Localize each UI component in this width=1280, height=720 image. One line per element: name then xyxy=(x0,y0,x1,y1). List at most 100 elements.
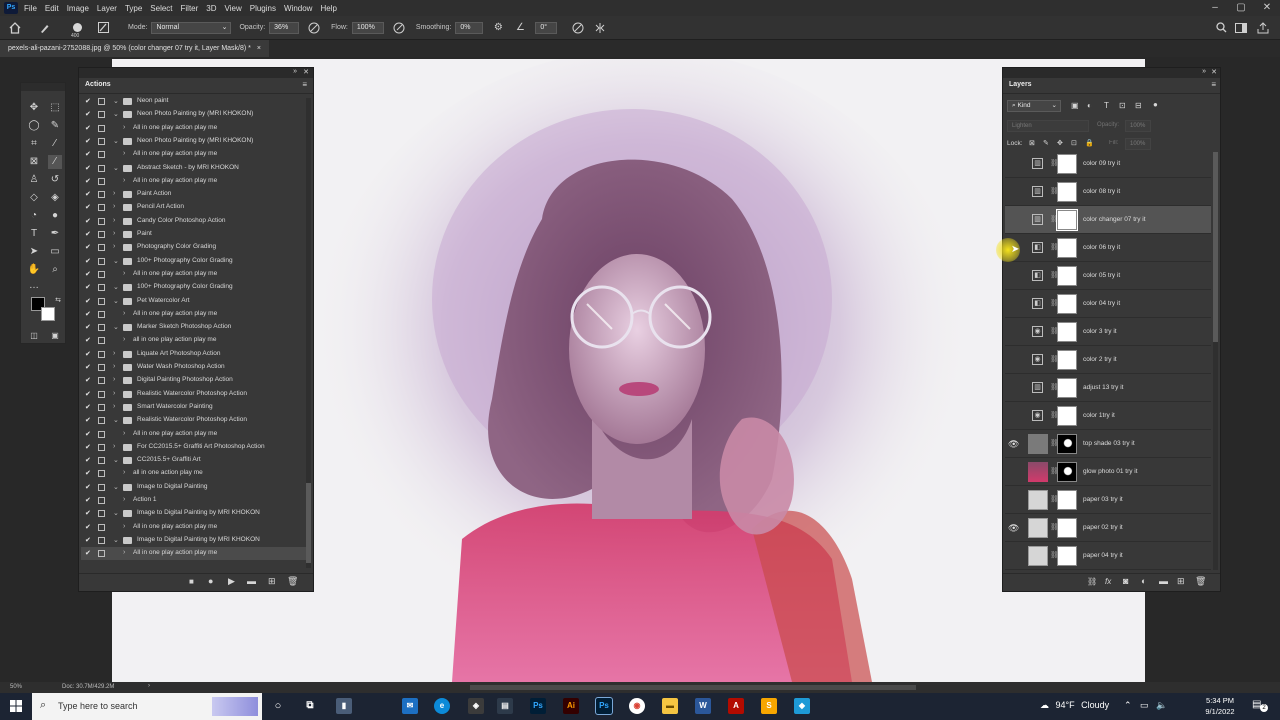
link-layers-icon[interactable]: ⛓ xyxy=(1087,577,1097,586)
action-set-row[interactable]: ✔ › Water Wash Photoshop Action xyxy=(81,361,311,374)
layer-mask-thumbnail[interactable] xyxy=(1057,294,1077,314)
layer-mask-thumbnail[interactable] xyxy=(1057,490,1077,510)
windows-start-icon[interactable] xyxy=(10,700,22,712)
stop-icon[interactable]: ■ xyxy=(189,577,194,586)
dialog-toggle-icon[interactable] xyxy=(98,124,105,132)
dialog-toggle-icon[interactable] xyxy=(98,164,105,172)
camera-raw-adjustment-icon[interactable]: ◉ xyxy=(1032,410,1043,421)
share-icon[interactable] xyxy=(1256,21,1270,35)
actions-panel-topbar[interactable]: » ✕ xyxy=(79,68,313,78)
dialog-toggle-icon[interactable] xyxy=(98,111,105,119)
layer-mask-thumbnail[interactable] xyxy=(1056,209,1078,231)
collapse-icon[interactable]: » xyxy=(293,68,297,75)
path-select-tool-icon[interactable]: ➤ xyxy=(27,245,41,259)
levels-adjustment-icon[interactable]: ▥ xyxy=(1032,186,1043,197)
chevron-right-icon[interactable]: › xyxy=(113,203,115,210)
menu-plugins[interactable]: Plugins xyxy=(250,4,276,13)
lasso-tool-icon[interactable]: ◯ xyxy=(27,119,41,133)
action-set-row[interactable]: ✔ ⌄ Image to Digital Painting by MRI KHOKO… xyxy=(81,507,311,520)
background-color-swatch[interactable] xyxy=(41,307,55,321)
new-layer-icon[interactable]: ⊞ xyxy=(1177,576,1185,587)
fx-icon[interactable]: fx xyxy=(1105,577,1111,586)
black-white-adjustment-icon[interactable]: ◧ xyxy=(1032,270,1043,281)
blend-mode-select[interactable]: Lighten xyxy=(1007,120,1089,132)
chevron-down-icon[interactable]: ⌄ xyxy=(113,323,119,331)
screen-mode-icon[interactable]: ▣ xyxy=(48,329,62,343)
action-enabled-checkmark-icon[interactable]: ✔ xyxy=(85,549,91,557)
visibility-toggle[interactable] xyxy=(1008,187,1020,197)
visibility-toggle[interactable] xyxy=(1008,159,1020,169)
panel-close-icon[interactable]: ✕ xyxy=(1211,68,1217,76)
dialog-toggle-icon[interactable] xyxy=(98,550,105,558)
dialog-toggle-icon[interactable] xyxy=(98,364,105,371)
dialog-toggle-icon[interactable] xyxy=(98,257,105,265)
chevron-right-icon[interactable]: › xyxy=(113,217,115,224)
quick-mask-icon[interactable]: ◫ xyxy=(27,329,41,343)
action-enabled-checkmark-icon[interactable]: ✔ xyxy=(85,217,91,225)
collapse-icon[interactable]: » xyxy=(1202,68,1206,75)
dialog-toggle-icon[interactable] xyxy=(98,523,105,531)
search-icon[interactable] xyxy=(1214,21,1228,35)
layers-scrollbar[interactable] xyxy=(1213,152,1218,570)
pressure-size-icon[interactable] xyxy=(571,21,585,35)
action-enabled-checkmark-icon[interactable]: ✔ xyxy=(85,230,91,238)
layer-row[interactable]: ◉ ⛓ color 3 try it xyxy=(1005,318,1211,346)
illustrator-taskbar-icon[interactable]: Ai xyxy=(563,698,579,714)
eraser-tool-icon[interactable]: ◇ xyxy=(27,191,41,205)
layer-row[interactable]: ▥ ⛓ color 09 try it xyxy=(1005,150,1211,178)
dialog-toggle-icon[interactable] xyxy=(98,377,105,385)
angle-input[interactable]: 0° xyxy=(535,21,558,34)
layer-mask-thumbnail[interactable] xyxy=(1057,350,1077,370)
lock-position-icon[interactable]: ✥ xyxy=(1057,139,1063,147)
new-set-icon[interactable]: ▬ xyxy=(247,576,256,586)
chevron-down-icon[interactable]: ⌄ xyxy=(113,483,119,491)
action-set-row[interactable]: ✔ ⌄ Image to Digital Painting xyxy=(81,481,311,494)
camera-raw-adjustment-icon[interactable]: ◉ xyxy=(1032,354,1043,365)
action-enabled-checkmark-icon[interactable]: ✔ xyxy=(85,137,91,145)
filter-shape-icon[interactable]: ⊡ xyxy=(1119,101,1126,110)
chevron-right-icon[interactable]: › xyxy=(123,430,125,437)
layer-row[interactable]: 👁 ⛓ paper 02 try it xyxy=(1005,514,1211,542)
filter-type-icon[interactable]: T xyxy=(1104,101,1109,110)
action-enabled-checkmark-icon[interactable]: ✔ xyxy=(85,536,91,544)
action-row[interactable]: ✔ › All in one play action play me xyxy=(81,122,311,135)
action-enabled-checkmark-icon[interactable]: ✔ xyxy=(85,297,91,305)
chevron-down-icon[interactable]: ⌄ xyxy=(113,137,119,145)
action-row[interactable]: ✔ › all in one action play me xyxy=(81,467,311,480)
layer-row[interactable]: ◧ ⛓ color 06 try it xyxy=(1005,234,1211,262)
action-row[interactable]: ✔ › All in one play action play me xyxy=(81,308,311,321)
status-arrow-icon[interactable]: › xyxy=(148,683,150,689)
chevron-right-icon[interactable]: › xyxy=(123,523,125,530)
tray-chevron-icon[interactable]: ⌃ xyxy=(1124,700,1132,711)
action-enabled-checkmark-icon[interactable]: ✔ xyxy=(85,523,91,531)
filter-kind-select[interactable]: ⌕ Kind ⌄ xyxy=(1007,100,1061,112)
dialog-toggle-icon[interactable] xyxy=(98,390,105,398)
dialog-toggle-icon[interactable] xyxy=(98,310,105,318)
action-row[interactable]: ✔ › all in one play action play me xyxy=(81,334,311,347)
doc-info[interactable]: Doc: 30.7M/429.2M xyxy=(62,684,114,690)
mail-icon[interactable]: ✉ xyxy=(402,698,418,714)
action-set-row[interactable]: ✔ ⌄ Marker Sketch Photoshop Action xyxy=(81,321,311,334)
dialog-toggle-icon[interactable] xyxy=(98,350,105,358)
swap-colors-icon[interactable]: ⇆ xyxy=(51,294,65,308)
filter-smart-icon[interactable]: ⊟ xyxy=(1135,101,1142,110)
dialog-toggle-icon[interactable] xyxy=(98,284,105,292)
action-set-row[interactable]: ✔ ⌄ Neon Photo Painting by (MRI KHOKON) xyxy=(81,108,311,121)
chevron-right-icon[interactable]: › xyxy=(113,403,115,410)
maximize-icon[interactable]: ▢ xyxy=(1228,0,1254,16)
visibility-toggle[interactable] xyxy=(1008,299,1020,309)
layer-mask-thumbnail[interactable] xyxy=(1057,238,1077,258)
close-icon[interactable]: ✕ xyxy=(1254,0,1280,16)
lock-image-icon[interactable]: ✎ xyxy=(1043,139,1049,147)
filter-pixel-icon[interactable]: ▣ xyxy=(1071,101,1079,110)
layer-thumbnail[interactable] xyxy=(1028,490,1048,510)
action-enabled-checkmark-icon[interactable]: ✔ xyxy=(85,483,91,491)
action-set-row[interactable]: ✔ ⌄ Pet Watercolor Art xyxy=(81,295,311,308)
action-enabled-checkmark-icon[interactable]: ✔ xyxy=(85,177,91,185)
chevron-right-icon[interactable]: › xyxy=(123,150,125,157)
layer-mask-thumbnail[interactable] xyxy=(1057,322,1077,342)
levels-adjustment-icon[interactable]: ▥ xyxy=(1032,382,1043,393)
layer-mask-thumbnail[interactable] xyxy=(1057,434,1077,454)
lock-transparent-icon[interactable]: ⊠ xyxy=(1029,139,1035,147)
paint-bucket-tool-icon[interactable]: ◈ xyxy=(48,191,62,205)
